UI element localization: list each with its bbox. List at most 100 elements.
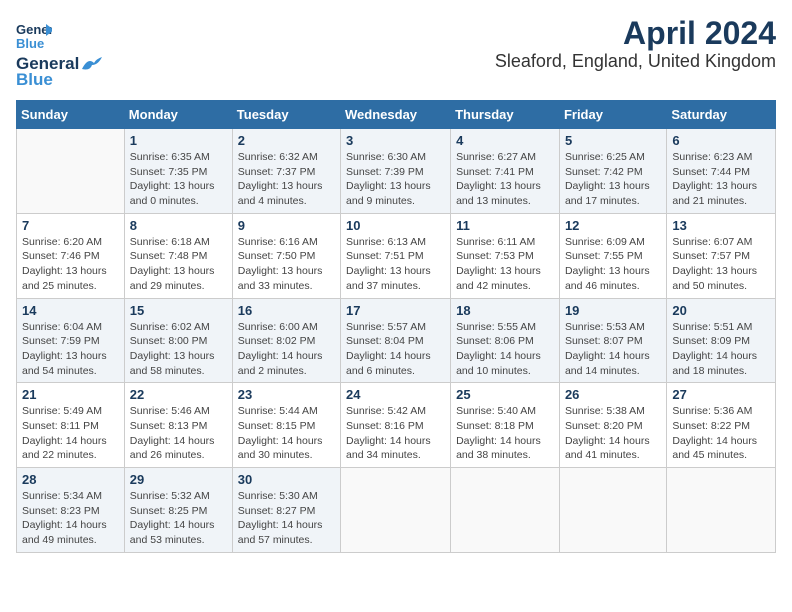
day-detail: Sunrise: 6:11 AM Sunset: 7:53 PM Dayligh… <box>456 236 541 292</box>
header-saturday: Saturday <box>667 101 776 129</box>
day-detail: Sunrise: 6:13 AM Sunset: 7:51 PM Dayligh… <box>346 236 431 292</box>
day-number: 21 <box>22 387 119 402</box>
calendar-cell: 20 Sunrise: 5:51 AM Sunset: 8:09 PM Dayli… <box>667 298 776 383</box>
day-number: 14 <box>22 303 119 318</box>
calendar-table: SundayMondayTuesdayWednesdayThursdayFrid… <box>16 100 776 553</box>
page-header: General Blue General Blue April 2024 Sle… <box>16 16 776 90</box>
calendar-cell: 26 Sunrise: 5:38 AM Sunset: 8:20 PM Dayli… <box>559 383 666 468</box>
calendar-cell <box>667 468 776 553</box>
header-thursday: Thursday <box>451 101 560 129</box>
day-number: 12 <box>565 218 661 233</box>
day-detail: Sunrise: 5:55 AM Sunset: 8:06 PM Dayligh… <box>456 321 541 377</box>
day-detail: Sunrise: 6:18 AM Sunset: 7:48 PM Dayligh… <box>130 236 215 292</box>
calendar-cell <box>341 468 451 553</box>
calendar-cell: 17 Sunrise: 5:57 AM Sunset: 8:04 PM Dayli… <box>341 298 451 383</box>
day-number: 26 <box>565 387 661 402</box>
day-detail: Sunrise: 5:42 AM Sunset: 8:16 PM Dayligh… <box>346 405 431 461</box>
calendar-cell <box>559 468 666 553</box>
day-number: 5 <box>565 133 661 148</box>
calendar-cell: 27 Sunrise: 5:36 AM Sunset: 8:22 PM Dayli… <box>667 383 776 468</box>
day-number: 17 <box>346 303 445 318</box>
day-detail: Sunrise: 5:53 AM Sunset: 8:07 PM Dayligh… <box>565 321 650 377</box>
day-number: 6 <box>672 133 770 148</box>
header-wednesday: Wednesday <box>341 101 451 129</box>
day-number: 3 <box>346 133 445 148</box>
day-number: 19 <box>565 303 661 318</box>
day-detail: Sunrise: 6:00 AM Sunset: 8:02 PM Dayligh… <box>238 321 323 377</box>
svg-text:Blue: Blue <box>16 36 44 51</box>
logo-bird-icon <box>80 55 102 73</box>
calendar-body: 1 Sunrise: 6:35 AM Sunset: 7:35 PM Daylig… <box>17 129 776 553</box>
day-detail: Sunrise: 5:44 AM Sunset: 8:15 PM Dayligh… <box>238 405 323 461</box>
day-detail: Sunrise: 6:32 AM Sunset: 7:37 PM Dayligh… <box>238 151 323 207</box>
calendar-location: Sleaford, England, United Kingdom <box>495 51 776 72</box>
calendar-week-row: 1 Sunrise: 6:35 AM Sunset: 7:35 PM Daylig… <box>17 129 776 214</box>
day-detail: Sunrise: 5:32 AM Sunset: 8:25 PM Dayligh… <box>130 490 215 546</box>
logo-text-blue: Blue <box>16 70 53 90</box>
calendar-cell <box>451 468 560 553</box>
day-detail: Sunrise: 5:40 AM Sunset: 8:18 PM Dayligh… <box>456 405 541 461</box>
day-detail: Sunrise: 6:35 AM Sunset: 7:35 PM Dayligh… <box>130 151 215 207</box>
day-number: 28 <box>22 472 119 487</box>
day-detail: Sunrise: 5:51 AM Sunset: 8:09 PM Dayligh… <box>672 321 757 377</box>
calendar-cell <box>17 129 125 214</box>
calendar-cell: 11Sunrise: 6:11 AM Sunset: 7:53 PM Dayli… <box>451 213 560 298</box>
day-number: 27 <box>672 387 770 402</box>
day-number: 20 <box>672 303 770 318</box>
day-detail: Sunrise: 5:57 AM Sunset: 8:04 PM Dayligh… <box>346 321 431 377</box>
header-monday: Monday <box>124 101 232 129</box>
calendar-week-row: 28 Sunrise: 5:34 AM Sunset: 8:23 PM Dayli… <box>17 468 776 553</box>
day-number: 18 <box>456 303 554 318</box>
day-detail: Sunrise: 5:30 AM Sunset: 8:27 PM Dayligh… <box>238 490 323 546</box>
calendar-cell: 10Sunrise: 6:13 AM Sunset: 7:51 PM Dayli… <box>341 213 451 298</box>
day-number: 13 <box>672 218 770 233</box>
calendar-cell: 8Sunrise: 6:18 AM Sunset: 7:48 PM Daylig… <box>124 213 232 298</box>
day-detail: Sunrise: 6:20 AM Sunset: 7:46 PM Dayligh… <box>22 236 107 292</box>
day-number: 16 <box>238 303 335 318</box>
calendar-cell: 6 Sunrise: 6:23 AM Sunset: 7:44 PM Daylig… <box>667 129 776 214</box>
day-number: 2 <box>238 133 335 148</box>
day-detail: Sunrise: 5:34 AM Sunset: 8:23 PM Dayligh… <box>22 490 107 546</box>
calendar-cell: 18 Sunrise: 5:55 AM Sunset: 8:06 PM Dayli… <box>451 298 560 383</box>
day-number: 9 <box>238 218 335 233</box>
calendar-cell: 13 Sunrise: 6:07 AM Sunset: 7:57 PM Dayli… <box>667 213 776 298</box>
day-number: 1 <box>130 133 227 148</box>
day-detail: Sunrise: 6:25 AM Sunset: 7:42 PM Dayligh… <box>565 151 650 207</box>
calendar-month-year: April 2024 <box>495 16 776 51</box>
calendar-cell: 28 Sunrise: 5:34 AM Sunset: 8:23 PM Dayli… <box>17 468 125 553</box>
day-detail: Sunrise: 6:16 AM Sunset: 7:50 PM Dayligh… <box>238 236 323 292</box>
calendar-cell: 15Sunrise: 6:02 AM Sunset: 8:00 PM Dayli… <box>124 298 232 383</box>
calendar-cell: 19 Sunrise: 5:53 AM Sunset: 8:07 PM Dayli… <box>559 298 666 383</box>
day-number: 30 <box>238 472 335 487</box>
day-number: 15 <box>130 303 227 318</box>
calendar-cell: 30 Sunrise: 5:30 AM Sunset: 8:27 PM Dayli… <box>232 468 340 553</box>
calendar-cell: 9 Sunrise: 6:16 AM Sunset: 7:50 PM Daylig… <box>232 213 340 298</box>
calendar-header-row: SundayMondayTuesdayWednesdayThursdayFrid… <box>17 101 776 129</box>
day-number: 4 <box>456 133 554 148</box>
calendar-cell: 14Sunrise: 6:04 AM Sunset: 7:59 PM Dayli… <box>17 298 125 383</box>
header-tuesday: Tuesday <box>232 101 340 129</box>
day-detail: Sunrise: 5:38 AM Sunset: 8:20 PM Dayligh… <box>565 405 650 461</box>
calendar-cell: 12Sunrise: 6:09 AM Sunset: 7:55 PM Dayli… <box>559 213 666 298</box>
day-detail: Sunrise: 6:30 AM Sunset: 7:39 PM Dayligh… <box>346 151 431 207</box>
calendar-cell: 5 Sunrise: 6:25 AM Sunset: 7:42 PM Daylig… <box>559 129 666 214</box>
day-detail: Sunrise: 5:49 AM Sunset: 8:11 PM Dayligh… <box>22 405 107 461</box>
day-number: 25 <box>456 387 554 402</box>
calendar-cell: 2 Sunrise: 6:32 AM Sunset: 7:37 PM Daylig… <box>232 129 340 214</box>
calendar-cell: 3 Sunrise: 6:30 AM Sunset: 7:39 PM Daylig… <box>341 129 451 214</box>
day-detail: Sunrise: 6:07 AM Sunset: 7:57 PM Dayligh… <box>672 236 757 292</box>
day-number: 23 <box>238 387 335 402</box>
calendar-cell: 24Sunrise: 5:42 AM Sunset: 8:16 PM Dayli… <box>341 383 451 468</box>
day-detail: Sunrise: 6:23 AM Sunset: 7:44 PM Dayligh… <box>672 151 757 207</box>
calendar-week-row: 14Sunrise: 6:04 AM Sunset: 7:59 PM Dayli… <box>17 298 776 383</box>
calendar-cell: 1 Sunrise: 6:35 AM Sunset: 7:35 PM Daylig… <box>124 129 232 214</box>
header-friday: Friday <box>559 101 666 129</box>
calendar-cell: 4Sunrise: 6:27 AM Sunset: 7:41 PM Daylig… <box>451 129 560 214</box>
logo-icon: General Blue <box>16 16 52 52</box>
calendar-week-row: 21 Sunrise: 5:49 AM Sunset: 8:11 PM Dayli… <box>17 383 776 468</box>
calendar-cell: 29Sunrise: 5:32 AM Sunset: 8:25 PM Dayli… <box>124 468 232 553</box>
header-sunday: Sunday <box>17 101 125 129</box>
day-detail: Sunrise: 5:36 AM Sunset: 8:22 PM Dayligh… <box>672 405 757 461</box>
calendar-title-section: April 2024 Sleaford, England, United Kin… <box>495 16 776 72</box>
calendar-cell: 25 Sunrise: 5:40 AM Sunset: 8:18 PM Dayli… <box>451 383 560 468</box>
